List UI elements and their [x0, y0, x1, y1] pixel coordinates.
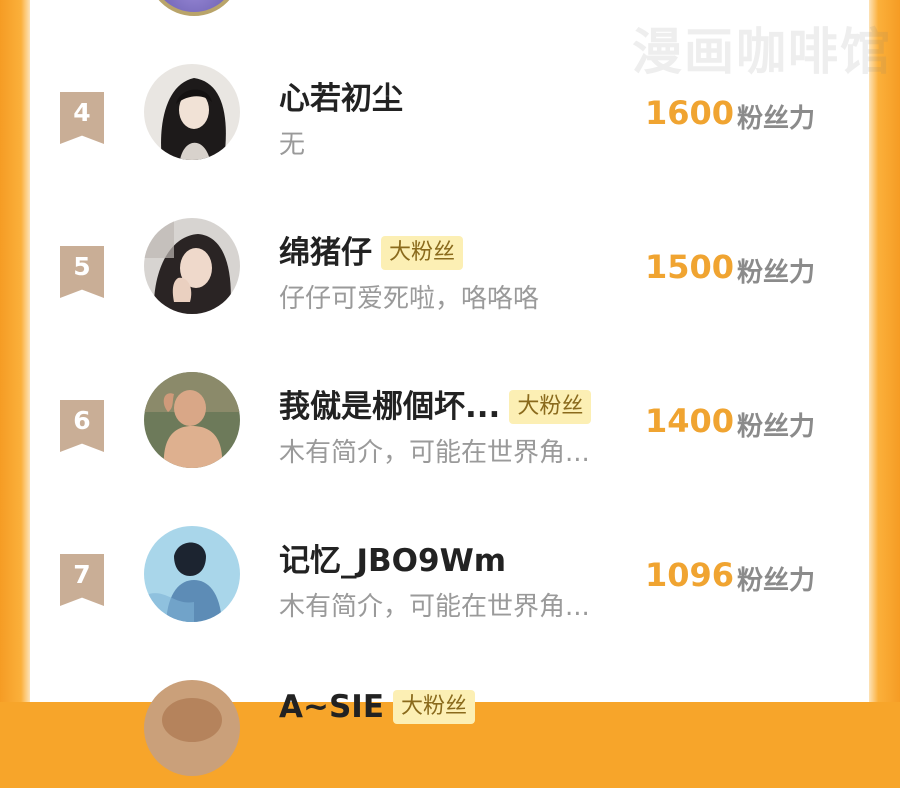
user-avatar[interactable] [144, 526, 240, 622]
fan-power-score: 1096 [645, 556, 735, 594]
rank-badge: 6 [60, 400, 104, 452]
rank-number: 4 [73, 98, 91, 127]
user-bio: 木有简介，可能在世界角... [279, 592, 590, 622]
username[interactable]: 心若初尘 [279, 73, 403, 118]
user-avatar[interactable] [144, 64, 240, 160]
user-avatar[interactable] [144, 218, 240, 314]
username[interactable]: A~SIE 大粉丝 [279, 689, 476, 725]
username[interactable]: 记忆_JBO9Wm [279, 535, 506, 580]
leaderboard-row-6[interactable]: 6 莪僦是梛個坏... 大粉丝 木有简介，可能在世界角... 1400 粉丝力 [0, 370, 900, 480]
fan-power-score: 1600 [645, 94, 735, 132]
username-text[interactable]: A~SIE [279, 689, 384, 725]
fan-power-score: 1500 [645, 248, 735, 286]
fan-power-unit: 粉丝力 [737, 566, 816, 596]
big-fan-badge: 大粉丝 [393, 690, 476, 724]
rank-number: 6 [73, 406, 91, 435]
username-text[interactable]: 莪僦是梛個坏... [279, 389, 500, 425]
username-text[interactable]: 心若初尘 [279, 81, 403, 117]
user-avatar[interactable] [144, 680, 240, 776]
fan-power-score: 1400 [645, 402, 735, 440]
user-bio: 仔仔可爱死啦，咯咯咯 [279, 284, 540, 314]
fan-power-unit: 粉丝力 [737, 104, 816, 134]
fan-power-unit: 粉丝力 [737, 412, 816, 442]
leaderboard-row-4[interactable]: 4 心若初尘 无 1600 粉丝力 [0, 62, 900, 172]
username-text[interactable]: 记忆_JBO9Wm [279, 543, 506, 579]
username-text[interactable]: 绵猪仔 [279, 235, 372, 271]
big-fan-badge: 大粉丝 [381, 236, 464, 270]
rank-badge: 5 [60, 246, 104, 298]
user-avatar[interactable] [144, 372, 240, 468]
leaderboard-row-7[interactable]: 7 记忆_JBO9Wm 木有简介，可能在世界角... 1096 粉丝力 [0, 524, 900, 634]
user-bio: 木有简介，可能在世界角... [279, 438, 590, 468]
user-bio: 无 [279, 130, 306, 160]
leaderboard-row-8-partial[interactable]: A~SIE 大粉丝 [0, 678, 900, 788]
fan-power-unit: 粉丝力 [737, 258, 816, 288]
rank-number: 7 [73, 560, 91, 589]
big-fan-badge: 大粉丝 [509, 390, 592, 424]
leaderboard-row-5[interactable]: 5 绵猪仔 大粉丝 仔仔可爱死啦，咯咯咯 1500 粉丝力 [0, 216, 900, 326]
rank-badge: 7 [60, 554, 104, 606]
username[interactable]: 绵猪仔 大粉丝 [279, 227, 464, 272]
rank-badge: 4 [60, 92, 104, 144]
rank-number: 5 [73, 252, 91, 281]
username[interactable]: 莪僦是梛個坏... 大粉丝 [279, 381, 592, 426]
